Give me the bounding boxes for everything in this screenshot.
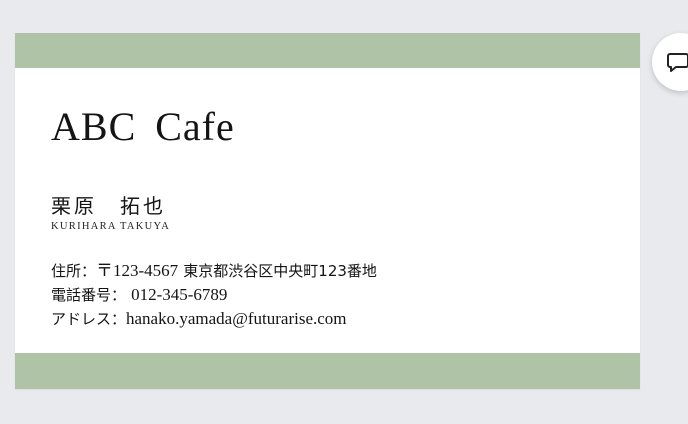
address-value: 東京都渋谷区中央町123番地 bbox=[183, 262, 377, 280]
email-line: アドレス：hanako.yamada@futurarise.com bbox=[51, 307, 377, 331]
email-label: アドレス： bbox=[51, 310, 127, 328]
card-top-band bbox=[15, 33, 640, 68]
phone-value: 012-345-6789 bbox=[131, 285, 228, 304]
comment-button[interactable] bbox=[652, 33, 688, 91]
contact-info[interactable]: 住所：〒123-4567 東京都渋谷区中央町123番地 電話番号： 012-34… bbox=[51, 259, 377, 331]
address-label: 住所： bbox=[51, 262, 97, 280]
comment-icon bbox=[667, 53, 688, 72]
person-name[interactable]: 栗原 拓也 bbox=[51, 190, 166, 219]
email-value: hanako.yamada@futurarise.com bbox=[126, 309, 347, 328]
address-postal: 〒123-4567 bbox=[96, 261, 179, 280]
phone-line: 電話番号： 012-345-6789 bbox=[51, 283, 377, 307]
business-card[interactable]: ABC Cafe 栗原 拓也 KURIHARA TAKUYA 住所：〒123-4… bbox=[15, 33, 640, 389]
person-name-roman[interactable]: KURIHARA TAKUYA bbox=[51, 221, 170, 232]
address-line: 住所：〒123-4567 東京都渋谷区中央町123番地 bbox=[51, 259, 377, 283]
phone-label: 電話番号： bbox=[51, 286, 127, 304]
company-name[interactable]: ABC Cafe bbox=[51, 103, 235, 150]
card-bottom-band bbox=[15, 353, 640, 389]
editor-canvas: ABC Cafe 栗原 拓也 KURIHARA TAKUYA 住所：〒123-4… bbox=[0, 0, 688, 424]
